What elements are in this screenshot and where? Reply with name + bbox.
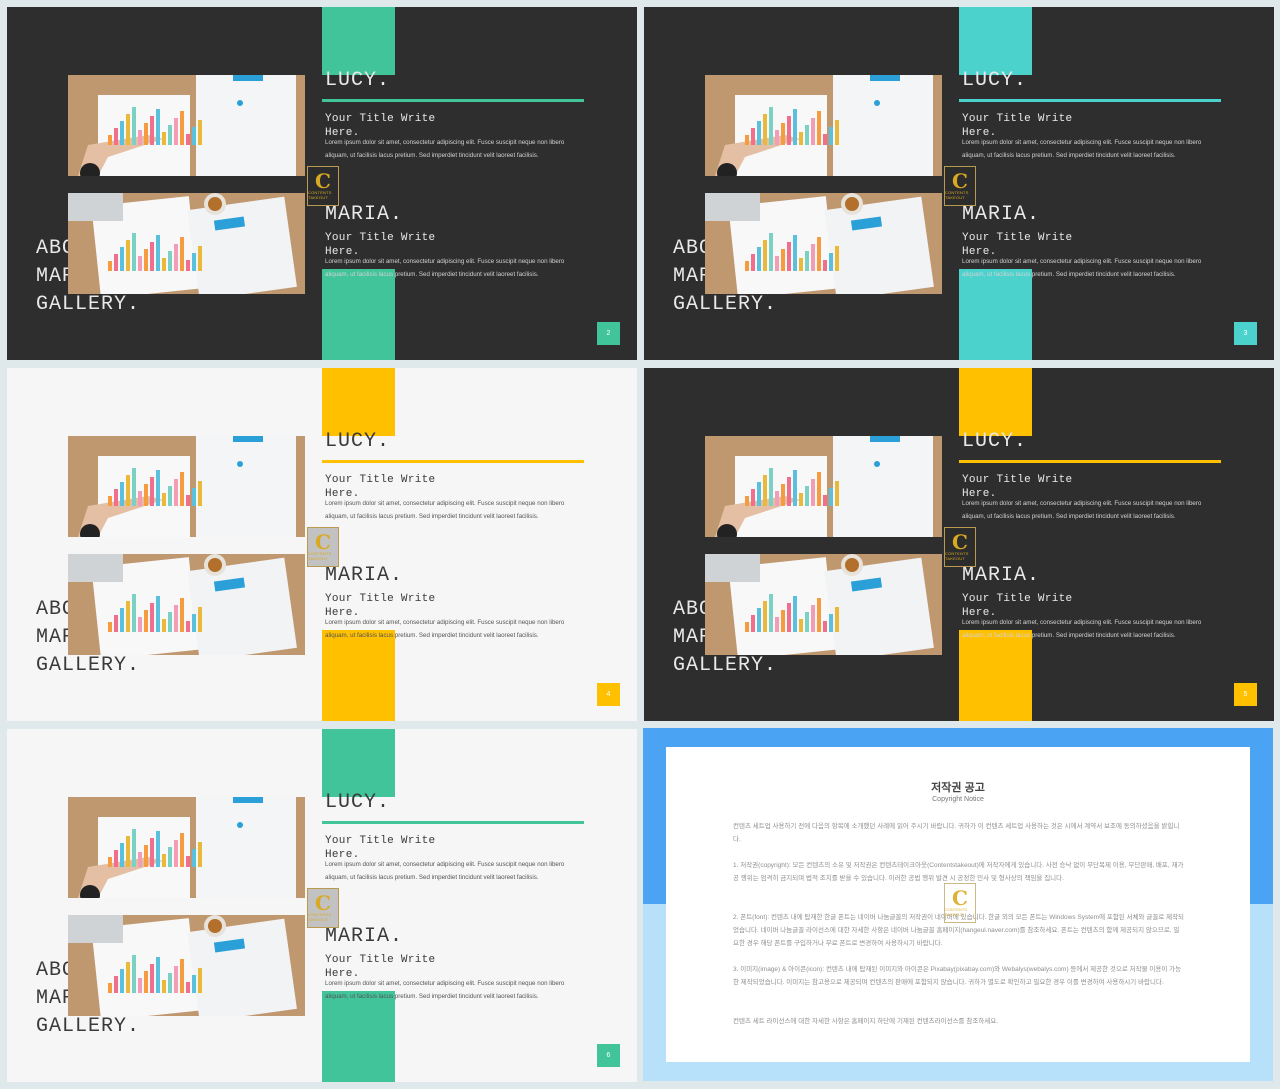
report-photo-top [705,436,942,537]
page-number: 2 [597,322,620,345]
profile-body-text: Lorem ipsum dolor sit amet, consectetur … [962,500,1202,520]
brand-logo-text: CONTENTS TAKEOUT [308,912,332,922]
accent-underline [959,460,1221,463]
profile-body-text: Lorem ipsum dolor sit amet, consectetur … [325,980,565,1000]
report-photo-top [68,75,305,176]
report-photo-bottom [68,915,305,1016]
profile-body-text: Lorem ipsum dolor sit amet, consectetur … [325,139,565,159]
profile-name-maria: MARIA. [325,925,404,948]
brand-logo: C CONTENTS TAKEOUT [944,883,976,923]
accent-stripe-top [959,368,1032,436]
brand-logo-letter: C [952,169,968,193]
brand-logo-letter: C [315,169,331,193]
accent-stripe-bottom [322,269,395,360]
notice-paragraph-license: 컨텐츠 세트 라이선스에 대한 자세한 사항은 홈페이지 하단에 기재된 컨텐츠… [733,1018,999,1025]
profile-name-lucy: LUCY. [962,69,1028,92]
brand-logo: C CONTENTS TAKEOUT [944,527,976,567]
accent-stripe-top [322,729,395,797]
brand-logo: C CONTENTS TAKEOUT [944,166,976,206]
slide-thumbnail[interactable]: ABOUT MARIA GALLERY. LUCY. Your Title Wr… [7,368,637,721]
slide-thumbnail[interactable]: ABOUT MARIA GALLERY. LUCY. Your Title Wr… [7,729,637,1082]
slide-thumbnail[interactable]: ABOUT MARIA GALLERY. LUCY. Your Title Wr… [644,368,1274,721]
brand-logo-text: CONTENTS TAKEOUT [945,190,969,200]
accent-stripe-top [322,7,395,75]
profile-body-text: Lorem ipsum dolor sit amet, consectetur … [325,861,565,881]
accent-stripe-bottom [322,630,395,721]
brand-logo-text: CONTENTS TAKEOUT [945,907,967,917]
brand-logo-text: CONTENTS TAKEOUT [308,190,332,200]
profile-body-text: Lorem ipsum dolor sit amet, consectetur … [962,139,1202,159]
profile-name-lucy: LUCY. [325,69,391,92]
profile-name-lucy: LUCY. [962,430,1028,453]
page-number: 4 [597,683,620,706]
brand-logo: C CONTENTS TAKEOUT [307,166,339,206]
profile-body-text: Lorem ipsum dolor sit amet, consectetur … [325,619,565,639]
profile-body-text: Lorem ipsum dolor sit amet, consectetur … [962,619,1202,639]
accent-stripe-bottom [959,269,1032,360]
report-photo-top [68,797,305,898]
slide-thumbnail[interactable]: ABOUT MARIA GALLERY. LUCY. Your Title Wr… [644,7,1274,360]
profile-name-lucy: LUCY. [325,791,391,814]
brand-logo-letter: C [952,886,968,910]
brand-logo-text: CONTENTS TAKEOUT [945,551,969,561]
brand-logo-letter: C [315,891,331,915]
slide-thumbnail[interactable]: ABOUT MARIA GALLERY. LUCY. Your Title Wr… [7,7,637,360]
report-photo-bottom [68,193,305,294]
report-photo-top [705,75,942,176]
report-photo-bottom [705,554,942,655]
accent-underline [322,460,584,463]
brand-logo-letter: C [315,530,331,554]
page-number: 6 [597,1044,620,1067]
accent-underline [322,99,584,102]
notice-card: 저작권 공고 Copyright Notice 컨텐츠 세트업 사용하기 전에 … [666,747,1250,1062]
notice-paragraph-intro: 컨텐츠 세트업 사용하기 전에 다음의 항목에 소개했던 사례에 읽어 주시기 … [733,823,1180,843]
page-number: 3 [1234,322,1257,345]
profile-name-maria: MARIA. [325,203,404,226]
accent-stripe-top [959,7,1032,75]
copyright-notice-slide[interactable]: 저작권 공고 Copyright Notice 컨텐츠 세트업 사용하기 전에 … [643,728,1273,1081]
brand-logo: C CONTENTS TAKEOUT [307,527,339,567]
notice-subtitle: Copyright Notice [932,796,984,803]
profile-body-text: Lorem ipsum dolor sit amet, consectetur … [962,258,1202,278]
accent-stripe-bottom [322,991,395,1082]
profile-name-maria: MARIA. [962,203,1041,226]
accent-stripe-top [322,368,395,436]
report-photo-bottom [705,193,942,294]
profile-name-maria: MARIA. [962,564,1041,587]
accent-underline [959,99,1221,102]
brand-logo-text: CONTENTS TAKEOUT [308,551,332,561]
profile-body-text: Lorem ipsum dolor sit amet, consectetur … [325,500,565,520]
brand-logo: C CONTENTS TAKEOUT [307,888,339,928]
report-photo-top [68,436,305,537]
report-photo-bottom [68,554,305,655]
profile-body-text: Lorem ipsum dolor sit amet, consectetur … [325,258,565,278]
page-number: 5 [1234,683,1257,706]
accent-underline [322,821,584,824]
notice-title: 저작권 공고 [931,782,985,794]
accent-stripe-bottom [959,630,1032,721]
profile-name-lucy: LUCY. [325,430,391,453]
profile-name-maria: MARIA. [325,564,404,587]
brand-logo-letter: C [952,530,968,554]
notice-paragraph-image: 3. 이미지(image) & 아이콘(icon): 컨텐츠 내에 탑재된 이미… [733,966,1182,986]
notice-paragraph-copyright: 1. 저작권(copyright): 모든 컨텐츠의 소유 및 저작권은 컨텐츠… [733,862,1184,882]
